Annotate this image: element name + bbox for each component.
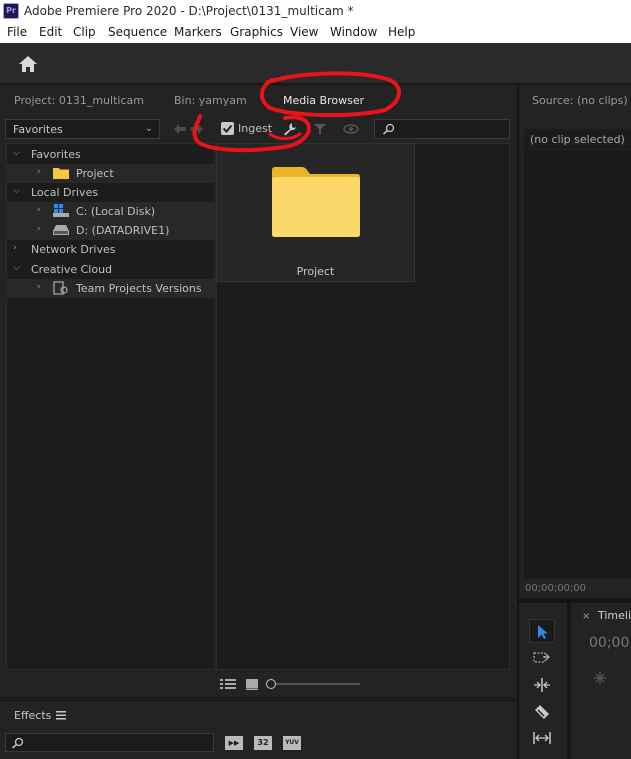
red-annotation-overlay bbox=[192, 71, 401, 153]
